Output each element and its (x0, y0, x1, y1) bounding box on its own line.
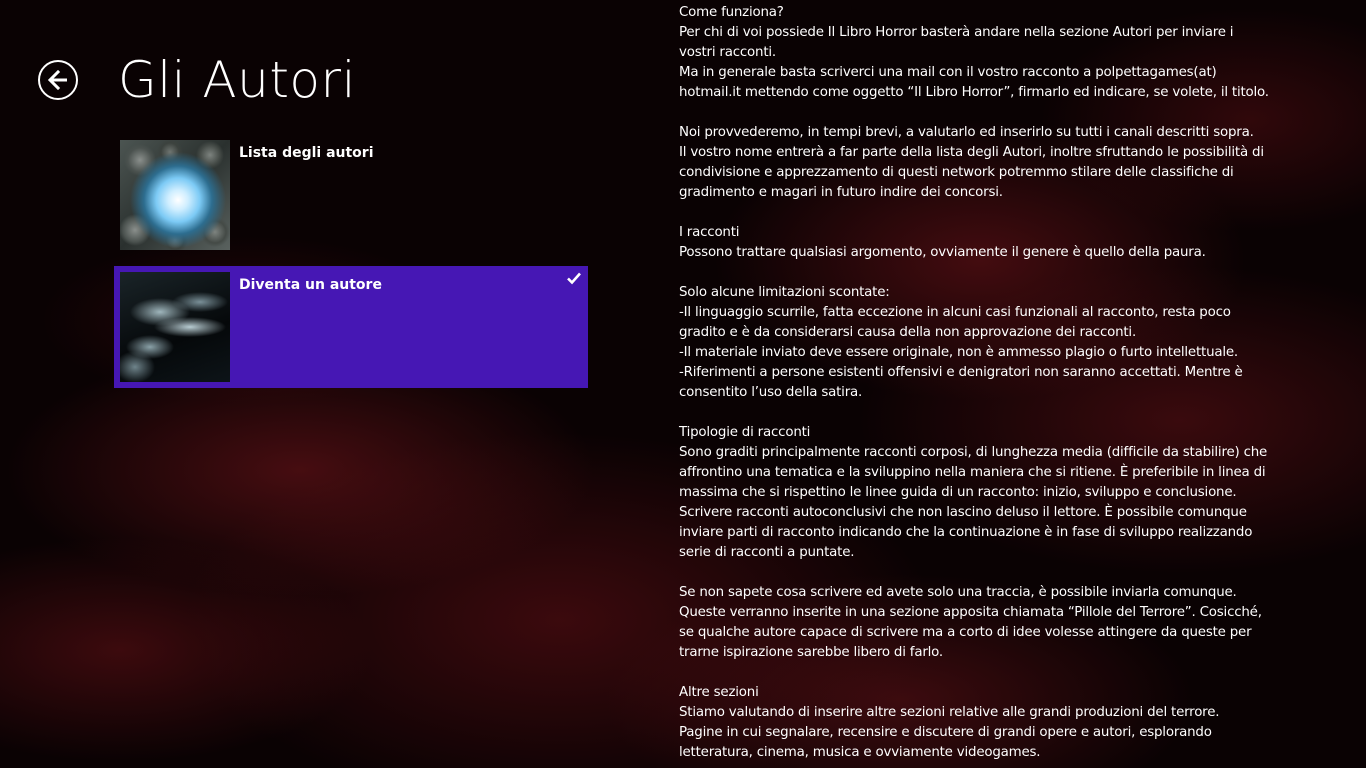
item-title: Lista degli autori (239, 145, 374, 161)
thumbnail-image (120, 272, 230, 382)
item-title: Diventa un autore (239, 277, 382, 293)
back-button[interactable] (38, 60, 78, 100)
item-list: Lista degli autori Diventa un autore (114, 134, 588, 398)
checkmark-icon (567, 272, 581, 285)
list-item-diventa-autore[interactable]: Diventa un autore (114, 266, 588, 388)
page-title: Gli Autori (118, 51, 356, 109)
back-arrow-icon (47, 70, 67, 90)
list-item-lista-autori[interactable]: Lista degli autori (114, 134, 588, 256)
thumbnail-image (120, 140, 230, 250)
content-text: Come funziona? Per chi di voi possiede I… (679, 5, 1269, 760)
